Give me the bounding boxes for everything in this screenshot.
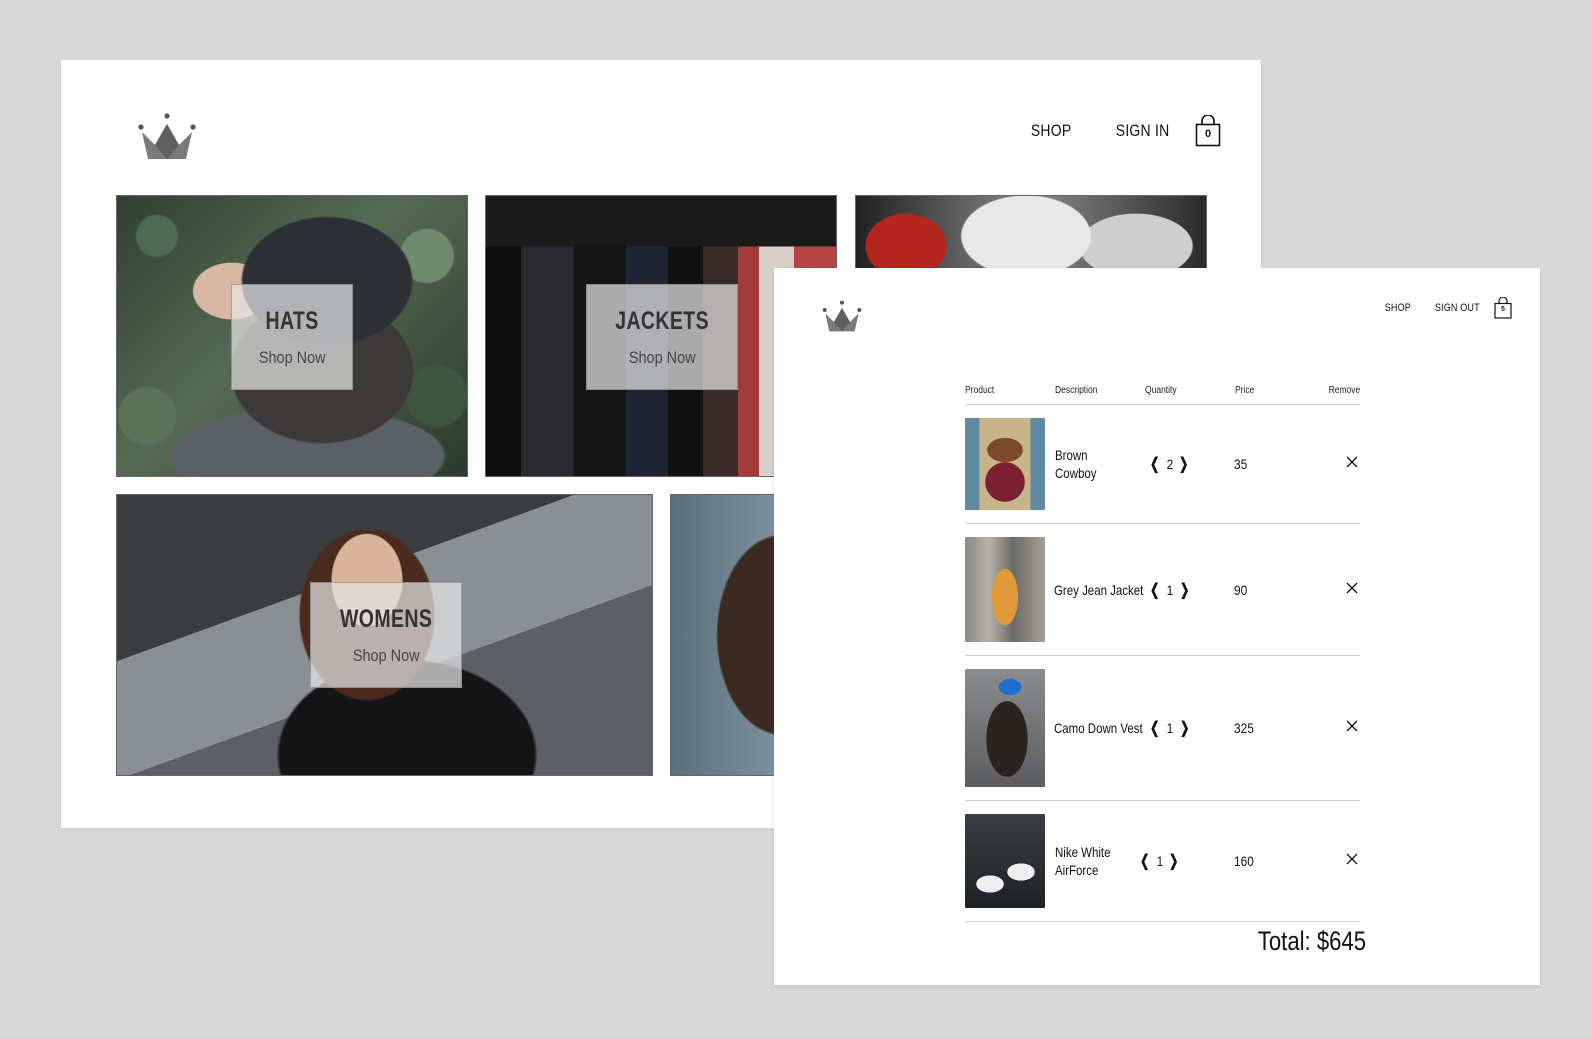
header-quantity: Quantity [1145,384,1177,396]
checkout-page-window: SHOP SIGN OUT 5 Product Description Quan… [774,268,1540,985]
item-price: 35 [1233,456,1247,472]
chevron-right-icon[interactable]: ❯ [1177,454,1192,474]
cart-count: 0 [1204,128,1212,140]
quantity-stepper: ❮ 1 ❯ [1144,580,1233,600]
close-icon[interactable] [1308,455,1360,473]
shopping-bag-icon[interactable]: 5 [1494,297,1512,319]
shop-now-link[interactable]: Shop Now [629,348,696,368]
shop-now-link[interactable]: Shop Now [353,646,420,666]
quantity-value: 1 [1166,581,1174,598]
quantity-value: 1 [1166,720,1174,736]
item-name: Camo Down Vest [1054,720,1144,736]
product-image [965,669,1045,787]
cart-item-row: Grey Jean Jacket ❮ 1 ❯ 90 [965,524,1360,656]
chevron-right-icon[interactable]: ❯ [1167,851,1182,871]
nav-sign-in-link[interactable]: SIGN IN [1115,121,1169,141]
chevron-left-icon[interactable]: ❮ [1148,718,1163,738]
cart-header-row: Product Description Quantity Price Remov… [965,376,1360,405]
cart-item-row: Camo Down Vest ❮ 1 ❯ 325 [965,656,1360,801]
item-name: Grey Jean Jacket [1054,581,1144,598]
cart-item-row: Brown Cowboy ❮ 2 ❯ 35 [965,405,1360,524]
close-icon[interactable] [1308,719,1360,737]
quantity-stepper: ❮ 1 ❯ [1144,718,1233,738]
close-icon[interactable] [1308,852,1360,870]
product-image [965,814,1045,908]
cart-item-row: Nike White AirForce ❮ 1 ❯ 160 [965,801,1360,922]
close-icon[interactable] [1308,581,1360,599]
category-label-box[interactable]: WOMENS Shop Now [310,582,462,688]
cart-count: 5 [1501,306,1505,313]
shopping-bag-icon[interactable]: 0 [1195,115,1221,147]
category-title: HATS [265,306,319,335]
chevron-left-icon[interactable]: ❮ [1148,580,1163,600]
checkout-nav: SHOP SIGN OUT 5 [1379,296,1512,320]
nav-shop-link[interactable]: SHOP [1385,302,1411,314]
chevron-left-icon[interactable]: ❮ [1147,454,1162,474]
chevron-right-icon[interactable]: ❯ [1177,580,1192,600]
nav-sign-out-link[interactable]: SIGN OUT [1435,302,1480,314]
item-price: 325 [1233,720,1254,736]
nav-shop-link[interactable]: SHOP [1031,121,1072,141]
crown-logo-icon[interactable] [137,112,197,160]
item-name: Nike White AirForce [1054,844,1111,878]
item-name: Brown Cowboy [1054,447,1097,481]
header-price: Price [1235,384,1255,396]
quantity-stepper: ❮ 1 ❯ [1134,851,1234,871]
product-image [965,537,1045,642]
category-label-box[interactable]: JACKETS Shop Now [586,284,738,390]
cart-total: Total: $645 [1257,926,1366,956]
cart-table: Product Description Quantity Price Remov… [965,376,1360,922]
product-image [965,418,1045,510]
category-tile-hats[interactable]: HATS Shop Now [116,195,468,477]
header-description: Description [1055,384,1098,396]
quantity-value: 2 [1166,456,1173,472]
header-product: Product [965,384,995,396]
chevron-left-icon[interactable]: ❮ [1137,851,1152,871]
home-nav: SHOP SIGN IN 0 [1022,114,1221,148]
category-title: WOMENS [339,604,433,633]
chevron-right-icon[interactable]: ❯ [1177,718,1192,738]
crown-logo-icon[interactable] [822,300,862,332]
item-price: 160 [1233,853,1254,869]
category-label-box[interactable]: HATS Shop Now [231,284,353,390]
category-tile-womens[interactable]: WOMENS Shop Now [116,494,653,776]
item-price: 90 [1233,581,1248,598]
category-title: JACKETS [615,306,709,335]
header-remove: Remove [1328,384,1360,396]
quantity-value: 1 [1156,853,1163,869]
shop-now-link[interactable]: Shop Now [259,348,326,368]
quantity-stepper: ❮ 2 ❯ [1144,454,1234,474]
